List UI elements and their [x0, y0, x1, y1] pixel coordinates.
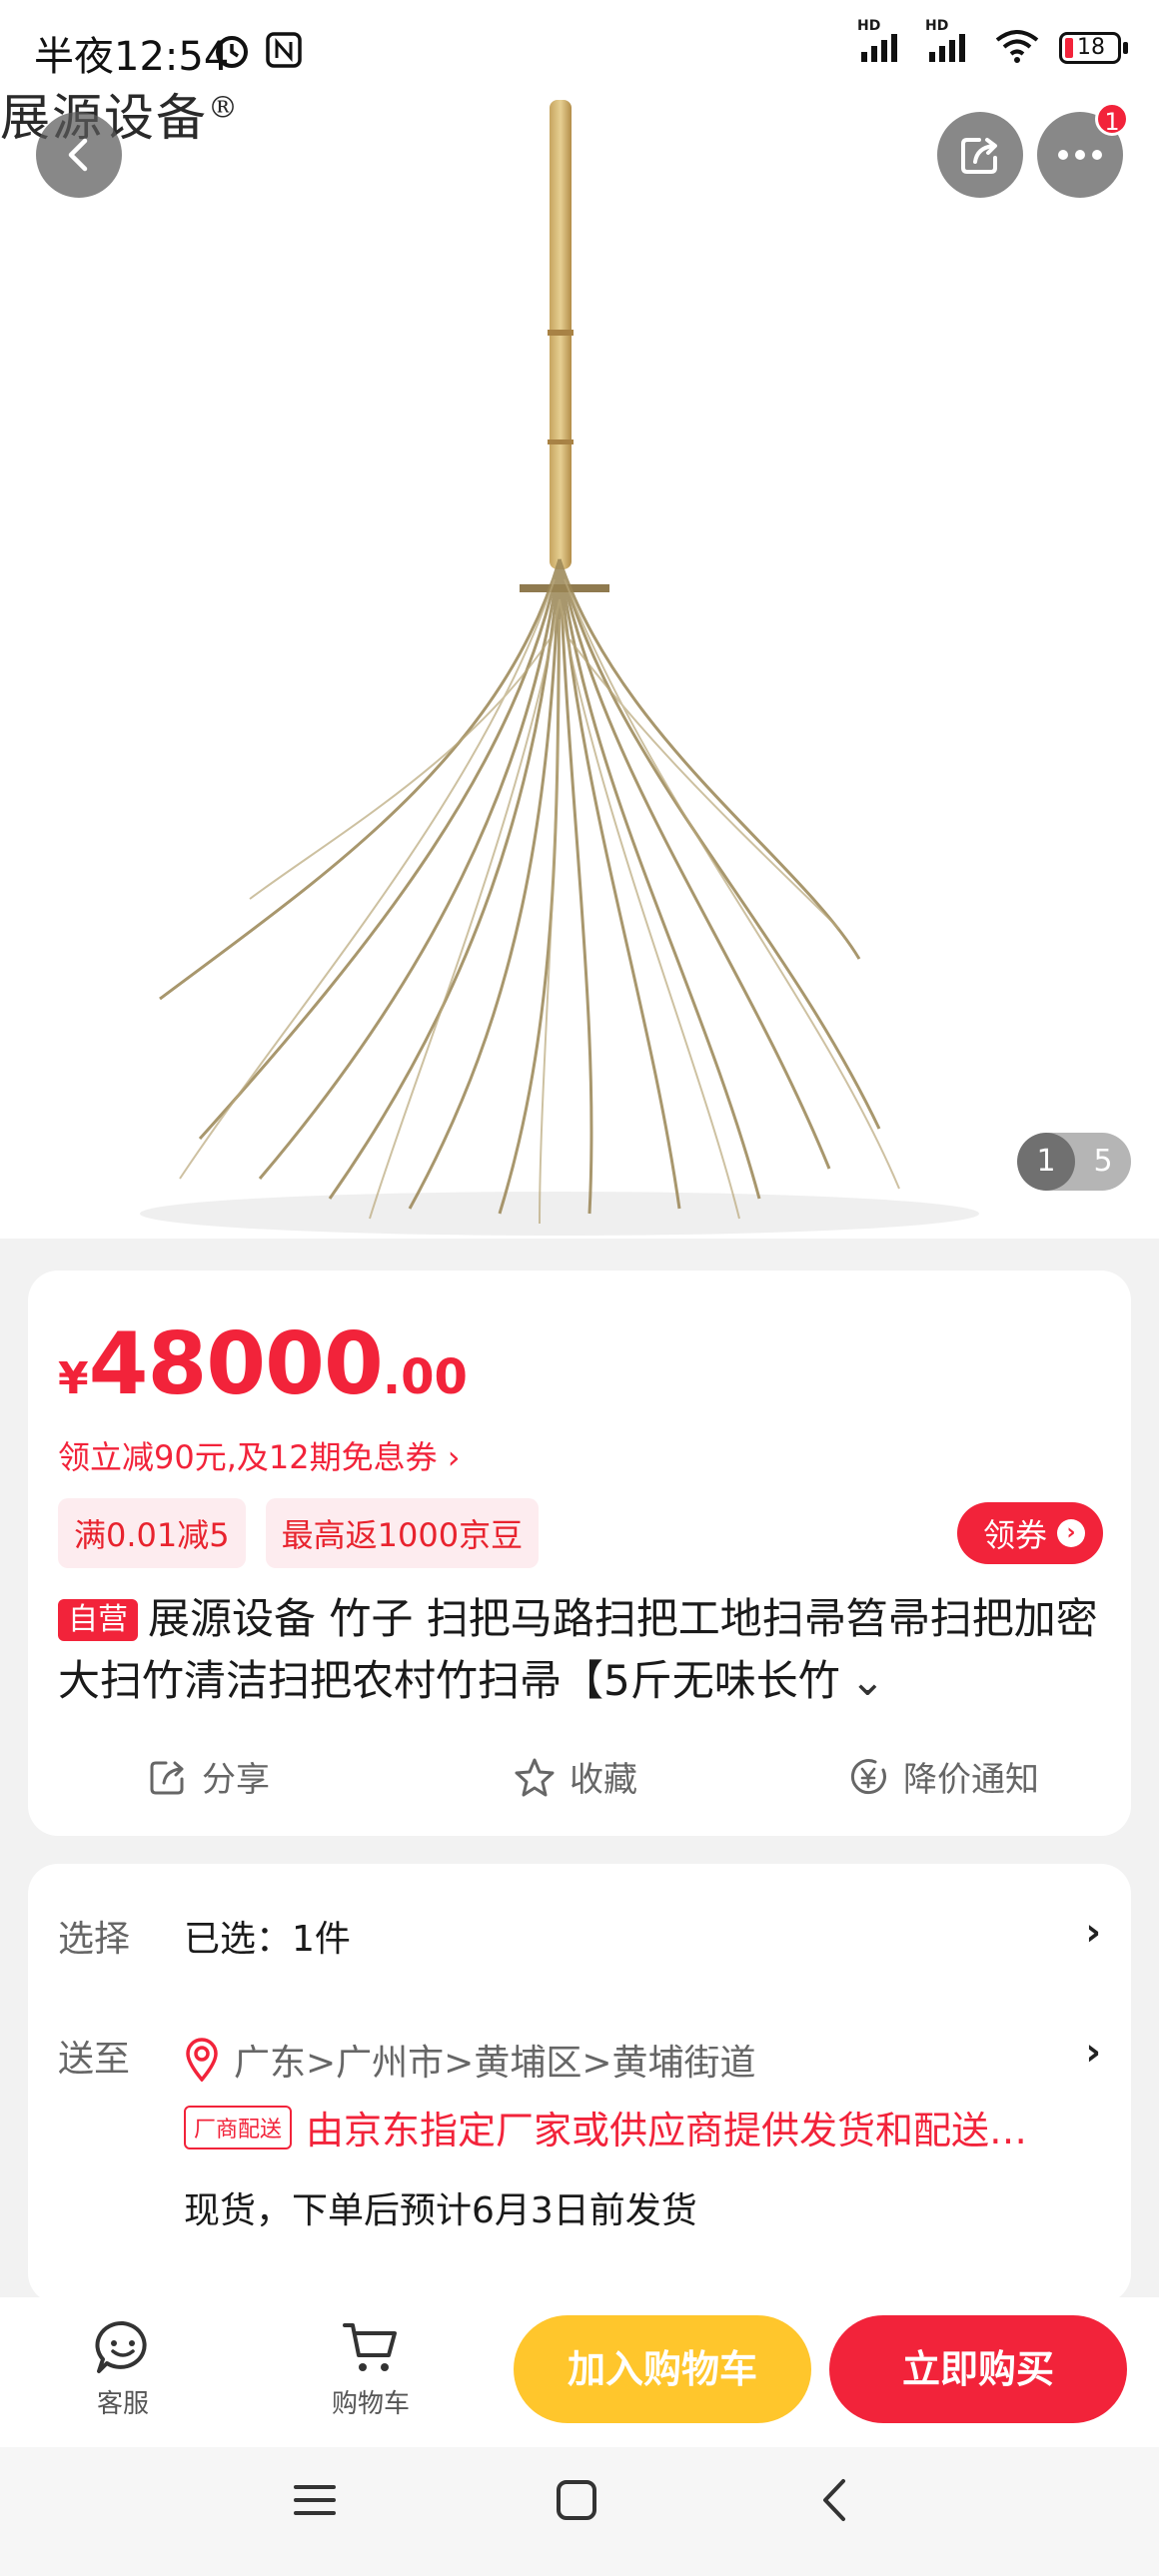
- ship-label: 送至: [58, 2039, 131, 2080]
- coupon-offer-link[interactable]: 领立减90元,及12期免息券 ›: [58, 1432, 461, 1478]
- chevron-right-icon: ›: [1057, 1519, 1085, 1547]
- price: ¥48000.00: [58, 1314, 468, 1414]
- yen-circle-icon: [850, 1758, 886, 1794]
- product-actions: 分享 收藏 降价通知: [28, 1740, 1131, 1820]
- more-icon: [1058, 150, 1102, 160]
- price-alert-action[interactable]: 降价通知: [847, 1752, 1039, 1801]
- product-title[interactable]: 自营 展源设备 竹子 扫把马路扫把工地扫帚笤帚扫把加密大扫竹清洁扫把农村竹扫帚【5…: [58, 1588, 1117, 1712]
- price-card: ¥48000.00 领立减90元,及12期免息券 › 满0.01减5 最高返10…: [28, 1271, 1131, 1836]
- promo-tag[interactable]: 满0.01减5: [58, 1498, 246, 1568]
- chevron-right-icon: ›: [1085, 1910, 1101, 1954]
- add-to-cart-button[interactable]: 加入购物车: [514, 2315, 811, 2423]
- nfc-icon: [266, 32, 302, 72]
- menu-nav-button[interactable]: [292, 2477, 338, 2527]
- menu-icon: [294, 2485, 336, 2515]
- back-button[interactable]: [36, 112, 122, 198]
- share-icon: [961, 138, 997, 174]
- stock-status: 现货，下单后预计6月3日前发货: [184, 2190, 697, 2231]
- pager-current: 1: [1017, 1133, 1075, 1191]
- location-pin-icon: [186, 2038, 218, 2082]
- promo-tag[interactable]: 最高返1000京豆: [265, 1498, 540, 1568]
- selection-card: 选择 已选：1件 › 送至 广东>广州市>黄埔区>黄埔街道 › 厂商配送 由京东…: [28, 1864, 1131, 2303]
- favorite-action[interactable]: 收藏: [514, 1752, 637, 1801]
- get-coupon-button[interactable]: 领券 ›: [956, 1502, 1103, 1564]
- chevron-right-icon: ›: [1085, 2030, 1101, 2074]
- alarm-icon: [212, 30, 252, 74]
- smile-chat-icon: [95, 2320, 147, 2373]
- share-button[interactable]: [937, 112, 1023, 198]
- signal-2-icon: HD: [925, 18, 975, 68]
- wifi-icon: [993, 28, 1041, 68]
- more-badge: 1: [1095, 102, 1129, 136]
- select-value: 已选：1件: [184, 1919, 351, 1960]
- image-pager: 1 5: [1017, 1133, 1131, 1191]
- system-nav-bar: [0, 2447, 1159, 2576]
- nav-back-icon: [823, 2479, 845, 2521]
- cart-entry-button[interactable]: 购物车: [306, 2317, 436, 2420]
- battery-icon: 18: [1059, 30, 1131, 66]
- delivery-address: 广东>广州市>黄埔区>黄埔街道: [184, 2034, 756, 2086]
- customer-service-button[interactable]: 客服: [58, 2317, 188, 2420]
- status-bar: 半夜12:54 HD HD 18: [0, 0, 1159, 100]
- star-icon: [515, 1758, 555, 1796]
- cart-icon: [343, 2323, 397, 2371]
- status-time: 半夜12:54: [34, 34, 230, 80]
- bottom-action-bar: 客服 购物车 加入购物车 立即购买: [0, 2297, 1159, 2447]
- ship-tag: 厂商配送: [184, 2105, 293, 2149]
- share-outline-icon: [150, 1761, 184, 1794]
- home-nav-button[interactable]: [554, 2477, 599, 2527]
- more-button[interactable]: 1: [1037, 102, 1129, 198]
- select-label: 选择: [58, 1919, 131, 1960]
- ship-text: 由京东指定厂家或供应商提供发货和配送…: [306, 2109, 1028, 2152]
- shipping-method: 厂商配送 由京东指定厂家或供应商提供发货和配送…: [184, 2100, 1027, 2154]
- self-operated-tag: 自营: [58, 1599, 138, 1641]
- back-icon: [68, 138, 88, 172]
- product-image-carousel[interactable]: 展源设备® 半夜12:54 HD HD 18 1 1 5: [0, 0, 1159, 1239]
- share-action[interactable]: 分享: [148, 1752, 270, 1801]
- signal-1-icon: HD: [857, 18, 907, 68]
- promo-tags: 满0.01减5 最高返1000京豆: [58, 1498, 540, 1568]
- pager-total: 5: [1093, 1144, 1113, 1179]
- expand-icon[interactable]: ⌄: [850, 1656, 885, 1705]
- buy-now-button[interactable]: 立即购买: [829, 2315, 1127, 2423]
- back-nav-button[interactable]: [813, 2477, 859, 2527]
- home-square-icon: [557, 2480, 596, 2520]
